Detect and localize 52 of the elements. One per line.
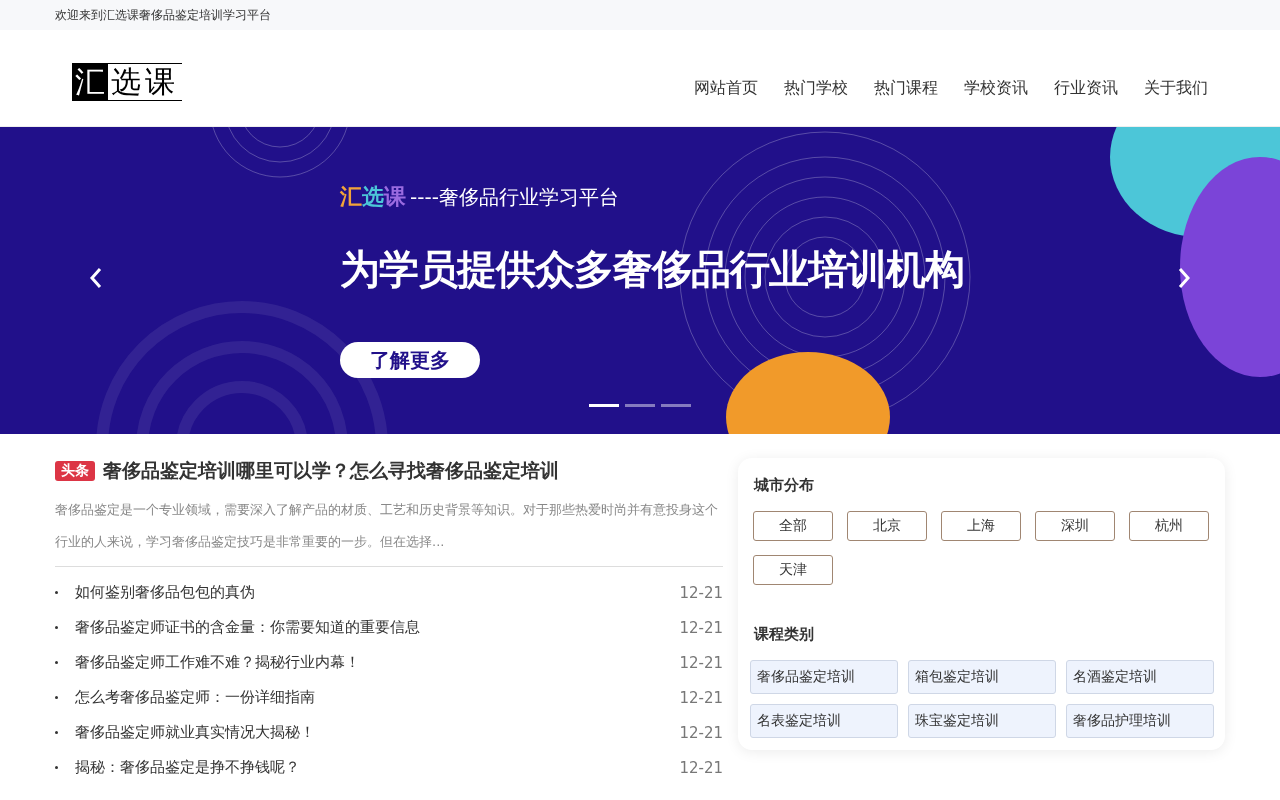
- logo[interactable]: 汇 选课: [72, 63, 182, 101]
- article-title[interactable]: 奢侈品鉴定培训哪里可以学？怎么寻找奢侈品鉴定培训: [103, 458, 559, 484]
- news-date: 12-21: [679, 758, 723, 777]
- bullet-icon: [55, 696, 58, 699]
- banner-headline: 为学员提供众多奢侈品行业培训机构: [340, 245, 964, 294]
- news-date: 12-21: [679, 688, 723, 707]
- news-link[interactable]: 如何鉴别奢侈品包包的真伪: [75, 583, 680, 602]
- banner-logo: 汇选课: [340, 183, 406, 211]
- nav-link[interactable]: 学校资讯: [964, 77, 1028, 99]
- bullet-icon: [55, 766, 58, 769]
- category-link[interactable]: 奢侈品护理培训: [1066, 704, 1214, 738]
- headline-badge: 头条: [55, 461, 95, 481]
- category-link[interactable]: 名表鉴定培训: [750, 704, 898, 738]
- city-button[interactable]: 上海: [941, 511, 1021, 541]
- news-date: 12-21: [679, 653, 723, 672]
- bullet-icon: [55, 661, 58, 664]
- bullet-icon: [55, 591, 58, 594]
- city-button[interactable]: 深圳: [1035, 511, 1115, 541]
- news-date: 12-21: [679, 583, 723, 602]
- news-date: 12-21: [679, 618, 723, 637]
- banner-tagline: ----奢侈品行业学习平台: [410, 183, 619, 211]
- category-link[interactable]: 珠宝鉴定培训: [908, 704, 1056, 738]
- section-title: 城市分布: [754, 476, 815, 495]
- category-link[interactable]: 名酒鉴定培训: [1066, 660, 1214, 694]
- bullet-icon: [55, 626, 58, 629]
- news-link[interactable]: 怎么考奢侈品鉴定师：一份详细指南: [75, 688, 680, 707]
- section-title: 课程类别: [754, 625, 815, 644]
- nav-link[interactable]: 行业资讯: [1054, 77, 1118, 99]
- nav-link[interactable]: 关于我们: [1144, 77, 1208, 99]
- nav-link[interactable]: 热门学校: [784, 77, 848, 99]
- news-date: 12-21: [679, 723, 723, 742]
- slide-indicator[interactable]: [661, 404, 691, 407]
- nav-link[interactable]: 热门课程: [874, 77, 938, 99]
- slide-indicator[interactable]: [625, 404, 655, 407]
- next-arrow-icon[interactable]: [1177, 267, 1191, 289]
- category-link[interactable]: 奢侈品鉴定培训: [750, 660, 898, 694]
- slide-indicator[interactable]: [589, 404, 619, 407]
- article-summary: 奢侈品鉴定是一个专业领域，需要深入了解产品的材质、工艺和历史背景等知识。对于那些热爱时尚并有意投身这个行业的人来说，学习奢侈品鉴定技巧是非常重要的一步。但在选择...: [55, 494, 723, 567]
- nav-link[interactable]: 网站首页: [694, 77, 758, 99]
- news-link[interactable]: 奢侈品鉴定师证书的含金量：你需要知道的重要信息: [75, 618, 680, 637]
- news-link[interactable]: 奢侈品鉴定师工作难不难？揭秘行业内幕！: [75, 653, 680, 672]
- city-button[interactable]: 全部: [753, 511, 833, 541]
- previous-arrow-icon[interactable]: [89, 267, 103, 289]
- bullet-icon: [55, 731, 58, 734]
- learn-more-button[interactable]: 了解更多: [340, 342, 480, 378]
- welcome-text: 欢迎来到汇选课奢侈品鉴定培训学习平台: [55, 7, 271, 22]
- news-link[interactable]: 奢侈品鉴定师就业真实情况大揭秘！: [75, 723, 680, 742]
- category-link[interactable]: 箱包鉴定培训: [908, 660, 1056, 694]
- city-button[interactable]: 杭州: [1129, 511, 1209, 541]
- city-button[interactable]: 北京: [847, 511, 927, 541]
- city-button[interactable]: 天津: [753, 555, 833, 585]
- news-link[interactable]: 揭秘：奢侈品鉴定是挣不挣钱呢？: [75, 758, 680, 777]
